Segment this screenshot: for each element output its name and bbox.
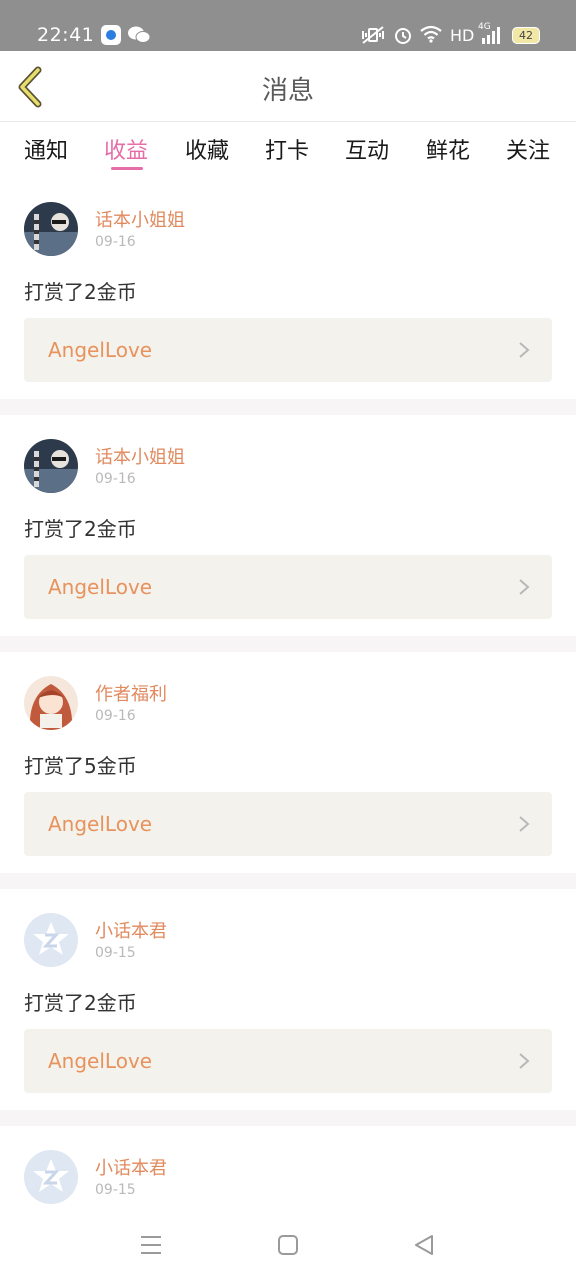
chevron-right-icon [519, 579, 530, 595]
menu-icon[interactable] [140, 1235, 162, 1255]
chevron-right-icon [519, 816, 530, 832]
divider [0, 1110, 576, 1126]
message-date: 09-16 [95, 234, 136, 250]
divider [0, 873, 576, 889]
signal-icon [482, 27, 500, 44]
wechat-icon [128, 26, 150, 43]
list-item: 话本小姐姐 09-16 打赏了2金币 AngelLove [0, 182, 576, 399]
message-date: 09-16 [95, 471, 136, 487]
app-bar: 消息 [0, 51, 576, 122]
status-time: 22:41 [37, 24, 95, 46]
system-nav-bar [0, 1215, 576, 1280]
tab-bar: 通知 收益 收藏 打卡 互动 鲜花 关注 [0, 122, 576, 174]
work-title: AngelLove [48, 812, 153, 836]
avatar[interactable] [24, 1150, 78, 1204]
user-name[interactable]: 小话本君 [95, 1154, 167, 1180]
avatar[interactable] [24, 676, 78, 730]
user-name[interactable]: 小话本君 [95, 917, 167, 943]
message-date: 09-15 [95, 945, 136, 961]
message-date: 09-15 [95, 1182, 136, 1198]
message-text: 打赏了2金币 [24, 991, 137, 1015]
chevron-right-icon [519, 342, 530, 358]
tab-checkin[interactable]: 打卡 [265, 133, 309, 165]
work-link-card[interactable]: AngelLove [24, 318, 552, 382]
tab-earnings[interactable]: 收益 [104, 133, 148, 165]
alarm-icon [395, 28, 411, 44]
work-title: AngelLove [48, 338, 153, 362]
page-title: 消息 [261, 76, 314, 106]
work-title: AngelLove [48, 575, 153, 599]
list-item: 小话本君 09-15 [0, 1130, 576, 1220]
status-bar: 22:41 HD 4G 42 [0, 0, 576, 51]
tab-follow[interactable]: 关注 [506, 133, 550, 165]
avatar[interactable] [24, 202, 78, 256]
user-name[interactable]: 话本小姐姐 [95, 443, 185, 469]
work-link-card[interactable]: AngelLove [24, 1029, 552, 1093]
tab-favorites[interactable]: 收藏 [185, 133, 229, 165]
back-triangle-icon[interactable] [413, 1234, 435, 1256]
message-text: 打赏了2金币 [24, 280, 137, 304]
tab-interaction[interactable]: 互动 [345, 133, 389, 165]
message-date: 09-16 [95, 708, 136, 724]
message-text: 打赏了2金币 [24, 517, 137, 541]
list-item: 小话本君 09-15 打赏了2金币 AngelLove [0, 893, 576, 1110]
home-icon[interactable] [277, 1234, 299, 1256]
list-item: 作者福利 09-16 打赏了5金币 AngelLove [0, 656, 576, 873]
work-title: AngelLove [48, 1049, 153, 1073]
chevron-right-icon [519, 1053, 530, 1069]
tab-notifications[interactable]: 通知 [24, 133, 68, 165]
user-name[interactable]: 话本小姐姐 [95, 206, 185, 232]
wifi-icon [420, 25, 442, 43]
avatar[interactable] [24, 439, 78, 493]
user-name[interactable]: 作者福利 [95, 680, 167, 706]
battery-indicator: 42 [512, 27, 540, 44]
work-link-card[interactable]: AngelLove [24, 792, 552, 856]
message-text: 打赏了5金币 [24, 754, 137, 778]
active-tab-indicator [111, 167, 143, 170]
work-link-card[interactable]: AngelLove [24, 555, 552, 619]
list-item: 话本小姐姐 09-16 打赏了2金币 AngelLove [0, 419, 576, 636]
network-label: HD [450, 26, 475, 45]
mute-vibrate-icon [362, 26, 384, 44]
divider [0, 399, 576, 415]
avatar[interactable] [24, 913, 78, 967]
tab-flowers[interactable]: 鲜花 [426, 133, 470, 165]
divider [0, 636, 576, 652]
app-notification-icon [101, 25, 121, 45]
